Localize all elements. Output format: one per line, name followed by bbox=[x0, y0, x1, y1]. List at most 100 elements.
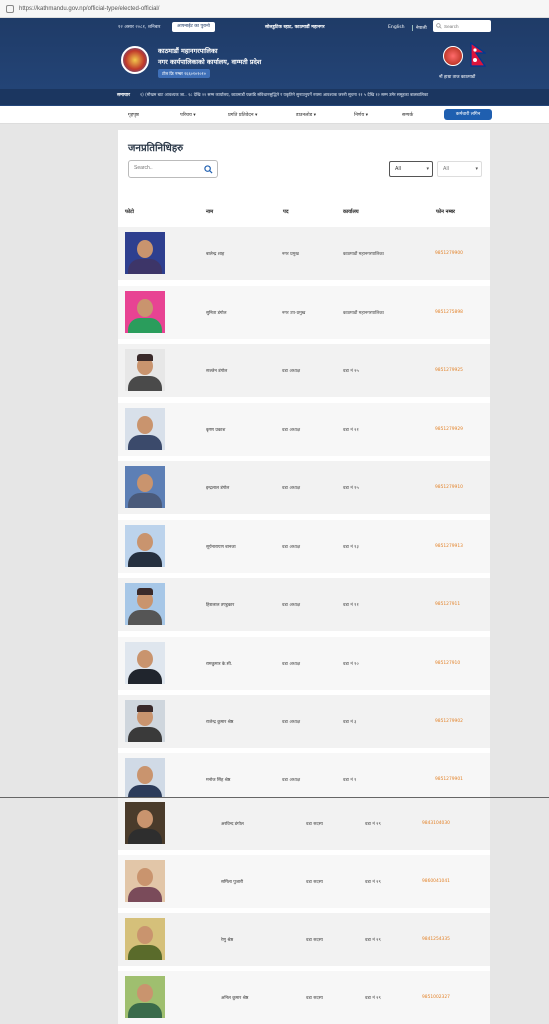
flag-caption: नौं हाम्रा ताज काठमाडौं bbox=[439, 75, 476, 80]
official-name: अरविन्द डंगोल bbox=[221, 822, 244, 827]
news-text[interactable]: १) (मौखम बाट आवश्यक जा.. १८ देखि २२ सम्म… bbox=[140, 92, 490, 98]
official-post: वडा अध्यक्ष bbox=[282, 778, 301, 783]
official-office: वडा नं २९ bbox=[365, 822, 381, 827]
official-phone[interactable]: 985127910 bbox=[435, 661, 460, 666]
col-name: नाम bbox=[206, 209, 214, 215]
header-search-input[interactable] bbox=[444, 23, 489, 29]
page-title: जनप्रतिनिधिहरु bbox=[128, 143, 184, 154]
avatar bbox=[125, 525, 165, 567]
official-phone[interactable]: 9841254335 bbox=[422, 937, 450, 942]
official-office: वडा नं २९ bbox=[365, 880, 381, 885]
header-search[interactable] bbox=[433, 20, 491, 32]
table-row: सञ्जेन डंगोल वडा अध्यक्ष वडा नं २५ 98512… bbox=[118, 344, 490, 397]
official-phone[interactable]: 9851279900 bbox=[435, 251, 463, 256]
office-filter-select[interactable]: All ▾ bbox=[437, 161, 482, 177]
url-text[interactable]: https://kathmandu.gov.np/official-type/e… bbox=[19, 6, 159, 12]
nav-progress-report[interactable]: प्रगति प्रतिवेदन ▾ bbox=[228, 112, 257, 118]
main-nav: गृहपृष्ठ परिचय ▾ प्रगति प्रतिवेदन ▾ डाउन… bbox=[0, 106, 549, 124]
official-post: वडा अध्यक्ष bbox=[282, 662, 301, 667]
official-post: नगर प्रमुख bbox=[282, 252, 299, 257]
table-row: सूर्यनारायण बानजा वडा अध्यक्ष वडा नं १३ … bbox=[118, 520, 490, 573]
official-office: वडा नं २१ bbox=[343, 428, 359, 433]
chevron-down-icon: ▾ bbox=[475, 166, 478, 172]
org-name: काठमाडौं महानगरपालिका bbox=[158, 47, 218, 55]
post-filter-value: All bbox=[395, 166, 402, 172]
official-name: राजेन्द्र कुमार श्रेष्ठ bbox=[206, 720, 234, 725]
screenshot-seam bbox=[0, 797, 549, 798]
col-office: कार्यालय bbox=[343, 209, 359, 215]
official-office: वडा नं ३ bbox=[343, 720, 357, 725]
official-post: वडा सदस्य bbox=[306, 880, 323, 885]
emblem-logo bbox=[443, 46, 463, 66]
table-row: रामकुमार के.सी. वडा अध्यक्ष वडा नं १० 98… bbox=[118, 637, 490, 690]
official-post: वडा सदस्य bbox=[306, 938, 323, 943]
news-label: समाचार bbox=[117, 93, 131, 98]
org-office: नगर कार्यपालिकाको कार्यालय, वाग्मती प्रद… bbox=[158, 58, 262, 66]
official-phone[interactable]: 9860041041 bbox=[422, 879, 450, 884]
official-office: वडा नं १ bbox=[343, 778, 357, 783]
table-row: राजेन्द्र कुमार श्रेष्ठ वडा अध्यक्ष वडा … bbox=[118, 695, 490, 748]
avatar bbox=[125, 642, 165, 684]
tollfree-badge: टोल फ्रि नम्बर १६६०१०१०१० bbox=[158, 69, 210, 78]
municipality-logo bbox=[121, 46, 149, 74]
official-name: कृष्ण प्रकाश bbox=[206, 428, 226, 433]
staff-login-button[interactable]: कर्मचारी लगिन bbox=[444, 109, 492, 120]
search-icon bbox=[436, 23, 442, 29]
official-phone[interactable]: 9851275898 bbox=[435, 310, 463, 315]
nav-contact[interactable]: सम्पर्क bbox=[402, 112, 413, 118]
table-row: हिरालाल तण्डुकार वडा अध्यक्ष वडा नं ११ 9… bbox=[118, 578, 490, 631]
search-icon[interactable] bbox=[204, 165, 213, 174]
nav-home[interactable]: गृहपृष्ठ bbox=[128, 112, 139, 118]
table-row: रेणु श्रेष्ठ वडा सदस्य वडा नं २९ 9841254… bbox=[118, 913, 490, 966]
avatar bbox=[125, 583, 165, 625]
search-field[interactable] bbox=[128, 160, 218, 178]
table-row: सर्मिला पुजारी वडा सदस्य वडा नं २९ 98600… bbox=[118, 855, 490, 908]
avatar bbox=[125, 408, 165, 450]
col-post: पद bbox=[283, 209, 289, 215]
lang-english-link[interactable]: English bbox=[388, 25, 405, 30]
avatar bbox=[125, 349, 165, 391]
avatar bbox=[125, 860, 165, 902]
official-phone[interactable]: 9851002327 bbox=[422, 995, 450, 1000]
avatar bbox=[125, 291, 165, 333]
post-filter-select[interactable]: All ▾ bbox=[389, 161, 433, 177]
official-phone[interactable]: 9851279910 bbox=[435, 485, 463, 490]
official-name: सर्मिला पुजारी bbox=[221, 880, 244, 885]
official-post: वडा अध्यक्ष bbox=[282, 603, 301, 608]
nav-intro[interactable]: परिचय ▾ bbox=[180, 112, 196, 118]
official-office: काठमाडौं महानगरपालिका bbox=[343, 311, 384, 316]
table-row: अरविन्द डंगोल वडा सदस्य वडा नं २९ 984310… bbox=[118, 797, 490, 850]
office-filter-value: All bbox=[443, 166, 450, 172]
search-input[interactable] bbox=[134, 165, 204, 171]
official-office: वडा नं ११ bbox=[343, 603, 359, 608]
lang-nepali-link[interactable]: नेपाली bbox=[412, 25, 427, 31]
official-phone[interactable]: 985127911 bbox=[435, 602, 460, 607]
old-site-button[interactable]: आफ्नाईट का पुरानो bbox=[172, 22, 215, 32]
official-phone[interactable]: 9843104030 bbox=[422, 821, 450, 826]
official-phone[interactable]: 9851279901 bbox=[435, 777, 463, 782]
official-name: रेणु श्रेष्ठ bbox=[221, 938, 234, 943]
col-photo: फोटो bbox=[125, 209, 134, 215]
official-phone[interactable]: 9851279929 bbox=[435, 427, 463, 432]
official-post: वडा सदस्य bbox=[306, 822, 323, 827]
official-name: इन्द्रलाल डंगोल bbox=[206, 486, 230, 491]
nepal-flag-icon bbox=[470, 42, 486, 67]
nav-download[interactable]: डाउनलोड ▾ bbox=[296, 112, 316, 118]
avatar bbox=[125, 918, 165, 960]
official-name: रामकुमार के.सी. bbox=[206, 662, 233, 667]
official-phone[interactable]: 9851279925 bbox=[435, 368, 463, 373]
avatar bbox=[125, 232, 165, 274]
nav-decision[interactable]: निर्णय ▾ bbox=[354, 112, 368, 118]
table-row: सुनिता डंगोल नगर उप-प्रमुख काठमाडौं महान… bbox=[118, 286, 490, 339]
official-name: हिरालाल तण्डुकार bbox=[206, 603, 235, 608]
avatar bbox=[125, 466, 165, 508]
official-phone[interactable]: 9851279913 bbox=[435, 544, 463, 549]
official-post: वडा अध्यक्ष bbox=[282, 486, 301, 491]
official-post: नगर उप-प्रमुख bbox=[282, 311, 306, 316]
address-bar[interactable]: https://kathmandu.gov.np/official-type/e… bbox=[0, 0, 549, 18]
official-phone[interactable]: 9851279902 bbox=[435, 719, 463, 724]
official-office: वडा नं १० bbox=[343, 662, 359, 667]
top-bar: १२ असार २०८१, शनिबार आफ्नाईट का पुरानो स… bbox=[0, 18, 549, 38]
table-row: इन्द्रलाल डंगोल वडा अध्यक्ष वडा नं १५ 98… bbox=[118, 461, 490, 514]
official-office: वडा नं २५ bbox=[343, 369, 359, 374]
